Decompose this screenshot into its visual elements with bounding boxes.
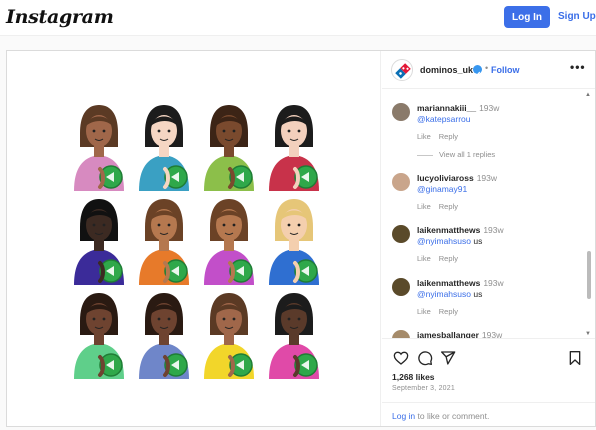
pregnant-person-emoji xyxy=(196,99,261,193)
post-actions: 1,268 likes September 3, 2021 Log in to … xyxy=(382,338,595,426)
commenter-username[interactable]: mariannakiii__ xyxy=(417,103,476,113)
share-icon[interactable] xyxy=(440,350,456,366)
pregnant-person-emoji xyxy=(261,287,326,381)
pregnant-person-emoji xyxy=(131,99,196,193)
post-image[interactable] xyxy=(7,51,381,426)
commenter-username[interactable]: laikenmatthews xyxy=(417,278,480,288)
login-button[interactable]: Log In xyxy=(504,6,550,28)
bookmark-icon[interactable] xyxy=(567,350,583,366)
dominos-logo-icon xyxy=(395,63,411,79)
comments-list[interactable]: mariannakiii__ 193w @katepsarrou Like Repl… xyxy=(382,89,595,338)
reply-button[interactable]: Reply xyxy=(439,307,458,316)
scroll-up-arrow[interactable]: ▲ xyxy=(585,92,591,98)
comment-time: 193w xyxy=(476,173,498,183)
commenter-avatar[interactable] xyxy=(392,103,410,121)
pregnant-person-emoji xyxy=(66,193,131,287)
heart-icon[interactable] xyxy=(393,350,409,366)
mention-link[interactable]: @nyimahsuso xyxy=(417,236,471,246)
reply-button[interactable]: Reply xyxy=(439,132,458,141)
commenter-avatar[interactable] xyxy=(392,173,410,191)
comment-text: us xyxy=(470,289,483,299)
emoji-figure-grid xyxy=(66,99,326,379)
like-comment-button[interactable]: Like xyxy=(417,132,431,141)
commenter-username[interactable]: laikenmatthews xyxy=(417,225,480,235)
login-link[interactable]: Log in xyxy=(392,411,415,421)
like-comment-button[interactable]: Like xyxy=(417,202,431,211)
comment-time: 193w xyxy=(479,103,500,113)
likes-count[interactable]: 1,268 likes xyxy=(392,372,435,382)
instagram-logo[interactable]: Instagram xyxy=(6,6,114,28)
comment-time: 193w xyxy=(481,330,503,338)
comments-scrollbar[interactable] xyxy=(587,251,591,299)
commenter-avatar[interactable] xyxy=(392,330,410,338)
comment-icon[interactable] xyxy=(417,350,433,366)
pregnant-person-emoji xyxy=(196,287,261,381)
post-header: dominos_uk • Follow ••• xyxy=(382,51,595,89)
signup-link[interactable]: Sign Up xyxy=(558,11,596,22)
top-navigation-bar: Instagram Log In Sign Up xyxy=(0,0,596,36)
login-prompt: Log in to like or comment. xyxy=(382,402,595,427)
pregnant-person-emoji xyxy=(261,193,326,287)
separator-dot: • xyxy=(485,63,489,73)
more-icon[interactable]: ••• xyxy=(570,60,586,74)
follow-button[interactable]: Follow xyxy=(491,65,520,75)
login-prompt-text: to like or comment. xyxy=(415,411,490,421)
reply-button[interactable]: Reply xyxy=(439,254,458,263)
pregnant-person-emoji xyxy=(131,287,196,381)
commenter-username[interactable]: lucyoliviaross xyxy=(417,173,474,183)
pregnant-person-emoji xyxy=(66,287,131,381)
mention-link[interactable]: @nyimahsuso xyxy=(417,289,471,299)
comment-time: 193w xyxy=(483,278,504,288)
comment-time: 193w xyxy=(483,225,504,235)
view-replies-link[interactable]: View all 1 replies xyxy=(417,150,495,159)
mention-link[interactable]: @katepsarrou xyxy=(417,114,471,124)
like-comment-button[interactable]: Like xyxy=(417,254,431,263)
account-avatar[interactable] xyxy=(391,59,413,81)
pregnant-person-emoji xyxy=(196,193,261,287)
commenter-avatar[interactable] xyxy=(392,278,410,296)
pregnant-person-emoji xyxy=(131,193,196,287)
post-card: dominos_uk • Follow ••• mariannakiii__ 19… xyxy=(6,50,596,427)
pregnant-person-emoji xyxy=(261,99,326,193)
comment-text: us xyxy=(470,236,483,246)
account-name[interactable]: dominos_uk xyxy=(420,65,473,75)
like-comment-button[interactable]: Like xyxy=(417,307,431,316)
scroll-down-arrow[interactable]: ▼ xyxy=(585,331,591,337)
commenter-username[interactable]: jamesballanger xyxy=(417,330,479,338)
post-sidebar: dominos_uk • Follow ••• mariannakiii__ 19… xyxy=(382,51,595,426)
commenter-avatar[interactable] xyxy=(392,225,410,243)
pregnant-person-emoji xyxy=(66,99,131,193)
reply-button[interactable]: Reply xyxy=(439,202,458,211)
post-date: September 3, 2021 xyxy=(392,385,455,392)
verified-icon xyxy=(473,65,482,76)
mention-link[interactable]: @ginamay91 xyxy=(417,184,467,194)
